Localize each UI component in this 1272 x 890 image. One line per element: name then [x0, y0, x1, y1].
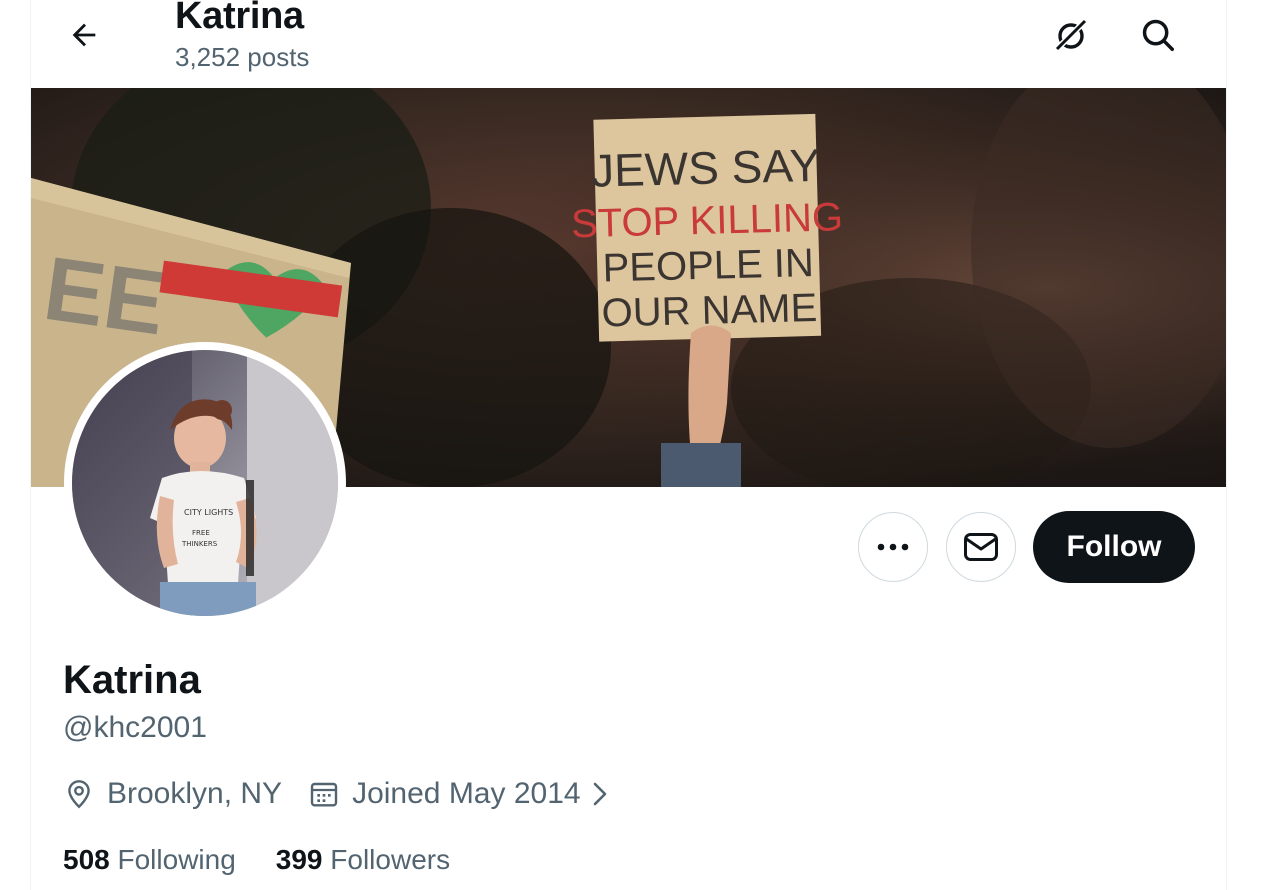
svg-text:CITY LIGHTS: CITY LIGHTS: [184, 508, 233, 517]
svg-text:FREE: FREE: [192, 529, 210, 537]
top-bar: Katrina 3,252 posts: [31, 0, 1226, 88]
sign-line-2: STOP KILLING: [571, 195, 844, 246]
calendar-icon: [310, 782, 338, 807]
chevron-right-icon[interactable]: [591, 780, 621, 808]
joined-text: Joined May 2014: [352, 777, 581, 810]
profile-column: Katrina 3,252 posts EE JEWS SAY STOP KIL…: [30, 0, 1227, 890]
joined-item[interactable]: Joined May 2014: [308, 777, 621, 811]
location-pin-icon: [68, 780, 90, 809]
more-options-button[interactable]: [858, 512, 928, 582]
search-button[interactable]: [1135, 12, 1181, 58]
envelope-icon: [964, 533, 998, 561]
search-icon: [1142, 19, 1174, 51]
following-label: Following: [117, 844, 236, 875]
sign-line-1: JEWS SAY: [590, 139, 820, 197]
profile-meta: Brooklyn, NY Joined May 2014: [63, 772, 647, 816]
followers-link[interactable]: 399 Followers: [276, 840, 450, 880]
location-item: Brooklyn, NY: [63, 777, 282, 811]
avatar[interactable]: CITY LIGHTS FREE THINKERS: [72, 350, 338, 616]
post-count: 3,252 posts: [175, 42, 310, 72]
follow-button[interactable]: Follow: [1033, 511, 1195, 583]
avatar-frame[interactable]: CITY LIGHTS FREE THINKERS: [64, 342, 346, 624]
display-name: Katrina: [63, 658, 201, 702]
avatar-image: CITY LIGHTS FREE THINKERS: [72, 350, 338, 616]
following-count: 508: [63, 844, 110, 875]
header-title-block: Katrina 3,252 posts: [175, 0, 309, 72]
grok-button[interactable]: [1048, 12, 1094, 58]
followers-label: Followers: [330, 844, 451, 875]
arrow-left-icon: [72, 23, 96, 47]
svg-text:EE: EE: [38, 239, 171, 355]
followers-count: 399: [275, 844, 323, 875]
sign-line-3: PEOPLE IN: [602, 241, 814, 291]
following-link[interactable]: 508 Following: [63, 840, 236, 880]
back-button[interactable]: [61, 12, 107, 58]
location-text: Brooklyn, NY: [107, 777, 283, 810]
more-horizontal-icon: [877, 543, 909, 551]
message-button[interactable]: [946, 512, 1016, 582]
header-title: Katrina: [175, 0, 304, 37]
follow-stats: 508 Following 399 Followers: [63, 840, 490, 880]
svg-text:THINKERS: THINKERS: [181, 540, 218, 548]
user-handle: @khc2001: [63, 711, 207, 744]
grok-icon: [1054, 18, 1088, 52]
